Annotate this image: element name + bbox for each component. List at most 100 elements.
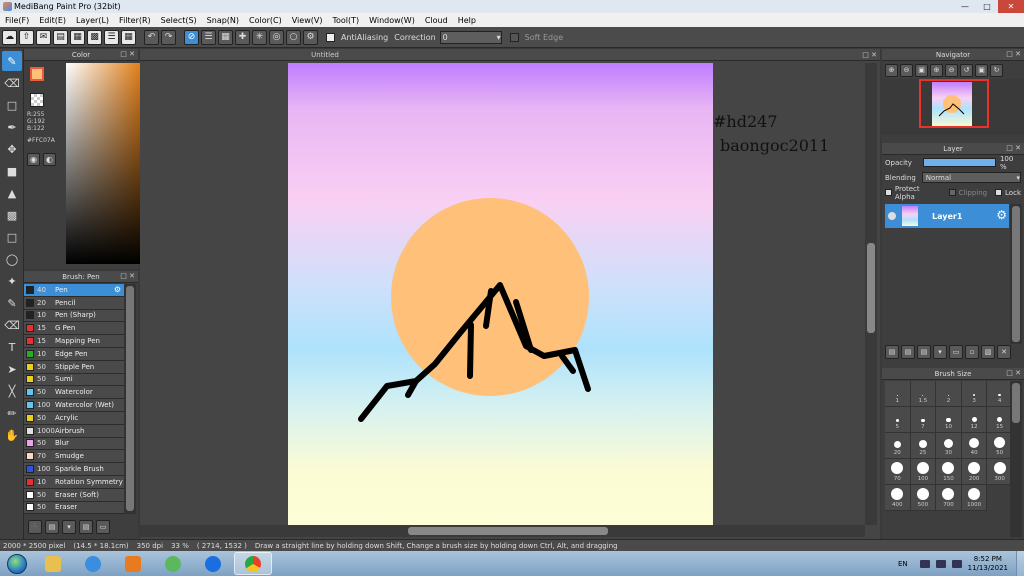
brush-item[interactable]: 50 Stipple Pen <box>24 360 124 374</box>
snap-grid-icon[interactable]: ▦ <box>218 29 233 45</box>
snap-off-icon[interactable]: ⊘ <box>184 29 199 45</box>
brush-list-scrollbar[interactable] <box>124 284 136 514</box>
soft-edge-checkbox[interactable] <box>509 32 519 42</box>
saturation-value-picker[interactable] <box>66 63 144 264</box>
hand-tool-icon[interactable]: ✋ <box>2 425 22 445</box>
clipping-checkbox[interactable] <box>948 189 956 196</box>
color-history-icon[interactable]: ◐ <box>43 153 56 166</box>
eyedropper-icon[interactable]: ✏ <box>2 403 22 423</box>
new-halftone-layer-icon[interactable]: ▤ <box>917 345 931 359</box>
brush-item[interactable]: 15 G Pen <box>24 322 124 336</box>
panel-close-icon[interactable]: □ ✕ <box>1006 369 1021 377</box>
volume-icon[interactable] <box>951 559 962 568</box>
maximize-button[interactable]: □ <box>976 0 998 13</box>
brush-item[interactable]: 50 Blur <box>24 437 124 451</box>
drawing-canvas[interactable] <box>288 63 713 525</box>
opacity-slider[interactable] <box>922 158 996 167</box>
antialiasing-checkbox[interactable] <box>326 32 335 42</box>
brush-item[interactable]: 50 Eraser <box>24 501 124 515</box>
zoom-out-icon[interactable]: ⊖ <box>900 63 913 77</box>
divide-tool-icon[interactable]: ╳ <box>2 381 22 401</box>
brush-item[interactable]: 70 Smudge <box>24 450 124 464</box>
menu-tool[interactable]: Tool(T) <box>327 16 364 25</box>
brush-item[interactable]: 100 Sparkle Brush <box>24 463 124 476</box>
blending-select[interactable]: Normal ▾ <box>921 172 1021 183</box>
move-tool-icon[interactable]: ✥ <box>2 139 22 159</box>
menu-edit[interactable]: Edit(E) <box>34 16 71 25</box>
panel-close-icon[interactable]: □ ✕ <box>1006 144 1021 152</box>
comment-icon[interactable]: ✉ <box>36 29 51 45</box>
taskbar-explorer[interactable] <box>34 552 72 575</box>
shape-fill-icon[interactable]: ■ <box>2 161 22 181</box>
start-button[interactable] <box>0 551 34 576</box>
brush-size-option[interactable]: 70 <box>885 459 911 485</box>
layer-item[interactable]: Layer1 ⚙ <box>885 204 1009 228</box>
rotate-left-icon[interactable]: ↺ <box>960 63 973 77</box>
export-icon[interactable]: ▦ <box>121 29 136 45</box>
menu-select[interactable]: Select(S) <box>156 16 202 25</box>
navigator-view-rect[interactable] <box>919 79 989 128</box>
brush-size-option[interactable]: 5 <box>885 407 911 433</box>
undo-icon[interactable]: ↶ <box>144 29 159 45</box>
canvas-horizontal-scrollbar[interactable] <box>140 525 865 537</box>
grid-icon[interactable]: ▩ <box>87 29 102 45</box>
brush-tool-icon[interactable]: ✎ <box>2 51 22 71</box>
menu-help[interactable]: Help <box>453 16 481 25</box>
brush-size-option[interactable]: 2 <box>936 381 962 407</box>
taskbar-chrome[interactable] <box>234 552 272 575</box>
fill-brush-icon[interactable]: ✒ <box>2 117 22 137</box>
brush-item[interactable]: 50 Sumi <box>24 373 124 387</box>
brush-add-icon[interactable]: ➕ <box>28 520 42 534</box>
rotate-reset-icon[interactable]: ▣ <box>975 63 988 77</box>
list-icon[interactable]: ☰ <box>104 29 119 45</box>
page-icon[interactable]: ▦ <box>70 29 85 45</box>
brush-menu-icon[interactable]: ▾ <box>62 520 76 534</box>
lasso-tool-icon[interactable]: ◯ <box>2 249 22 269</box>
menu-file[interactable]: File(F) <box>0 16 34 25</box>
brush-size-option[interactable]: 150 <box>936 459 962 485</box>
document-tab[interactable]: Untitled □ ✕ <box>140 49 880 61</box>
merge-layer-icon[interactable]: ▧ <box>981 345 995 359</box>
brush-item[interactable]: 100 Watercolor (Wet) <box>24 399 124 412</box>
snap-circle-icon[interactable]: ◎ <box>269 29 284 45</box>
menu-color[interactable]: Color(C) <box>244 16 287 25</box>
menu-view[interactable]: View(V) <box>287 16 328 25</box>
eraser-tool-icon[interactable]: ⌫ <box>2 73 22 93</box>
bucket-tool-icon[interactable]: ▲ <box>2 183 22 203</box>
brush-size-option[interactable]: 3 <box>961 381 988 407</box>
brush-size-option[interactable]: 25 <box>910 433 937 459</box>
panel-close-icon[interactable]: □ ✕ <box>1006 50 1021 58</box>
brush-item[interactable]: 40 Pen ⚙ <box>24 284 124 297</box>
snap-parallel-icon[interactable]: ☰ <box>201 29 216 45</box>
snap-radial-icon[interactable]: ✳ <box>252 29 267 45</box>
brush-size-option[interactable]: 200 <box>961 459 988 485</box>
gear-icon[interactable]: ⚙ <box>114 285 121 294</box>
brush-item[interactable]: 1000 Airbrush <box>24 424 124 438</box>
select-eraser-icon[interactable]: ⌫ <box>2 315 22 335</box>
taskbar-media[interactable] <box>114 552 152 575</box>
menu-cloud[interactable]: Cloud <box>420 16 453 25</box>
brush-size-option[interactable]: 400 <box>885 485 911 511</box>
correction-select[interactable]: 0 ▾ <box>439 30 502 44</box>
brush-size-option[interactable]: 1.5 <box>910 381 937 407</box>
clock[interactable]: 8:52 PM 11/13/2021 <box>968 555 1008 573</box>
brush-size-option[interactable]: 500 <box>910 485 937 511</box>
primary-color-swatch[interactable] <box>30 67 44 81</box>
brush-size-option[interactable]: 1 <box>885 381 911 407</box>
brush-item[interactable]: 50 Watercolor <box>24 386 124 400</box>
brush-item[interactable]: 20 Pencil <box>24 296 124 310</box>
brush-size-option[interactable]: 100 <box>910 459 937 485</box>
select-tool-icon[interactable]: □ <box>2 227 22 247</box>
snap-cross-icon[interactable]: ✚ <box>235 29 250 45</box>
brush-size-option[interactable]: 12 <box>961 407 988 433</box>
gear-icon[interactable]: ⚙ <box>996 208 1007 222</box>
navigator-preview[interactable] <box>882 79 1024 135</box>
close-button[interactable]: ✕ <box>998 0 1024 13</box>
brush-item[interactable]: 10 Pen (Sharp) <box>24 309 124 323</box>
brush-size-option[interactable]: 20 <box>885 433 911 459</box>
delete-layer-icon[interactable]: ✕ <box>997 345 1011 359</box>
network-icon[interactable] <box>935 559 946 568</box>
canvas-vertical-scrollbar[interactable] <box>865 63 877 525</box>
brush-size-option[interactable]: 700 <box>936 485 962 511</box>
minimize-button[interactable]: — <box>954 0 976 13</box>
